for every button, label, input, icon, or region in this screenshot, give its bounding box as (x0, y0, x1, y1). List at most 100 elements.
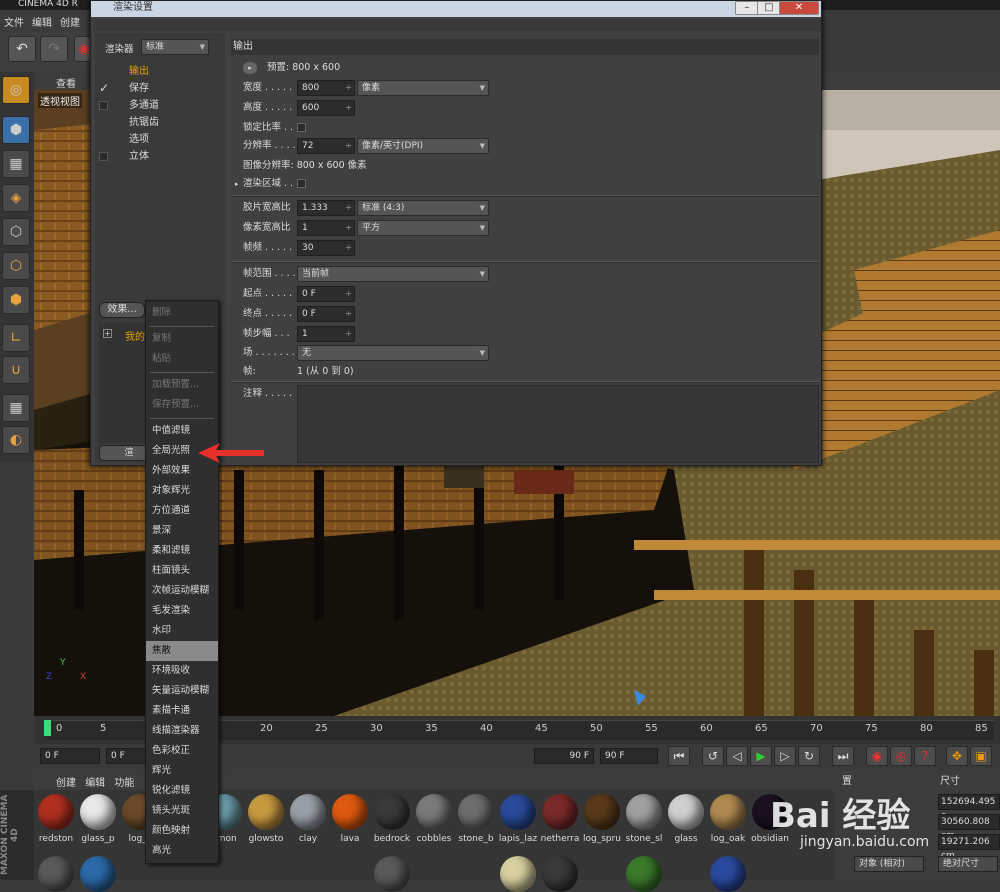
menu-item[interactable]: 线描渲染器 (146, 721, 218, 741)
menu-item[interactable]: 景深 (146, 521, 218, 541)
goto-start-icon[interactable]: ⏮ (668, 746, 690, 766)
effects-button[interactable]: 效果... (99, 302, 145, 318)
material-swatch[interactable]: bedrock (372, 792, 412, 844)
step-forward-icon[interactable]: ▷ (774, 746, 796, 766)
menu-item[interactable]: 外部效果 (146, 461, 218, 481)
menu-item[interactable]: 素描卡通 (146, 701, 218, 721)
minimize-icon[interactable]: – (735, 1, 759, 15)
material-swatch[interactable]: clay (288, 792, 328, 844)
timeline-playhead[interactable] (44, 720, 51, 736)
view-menu[interactable]: 查看 (56, 75, 76, 90)
material-swatch[interactable]: glass_p (78, 792, 118, 844)
nav-output[interactable]: 输出 (95, 63, 223, 80)
material-swatch[interactable]: log_oak (708, 792, 748, 844)
menu-item[interactable]: 色彩校正 (146, 741, 218, 761)
next-key-icon[interactable]: ↻ (798, 746, 820, 766)
menu-item[interactable]: 颜色映射 (146, 821, 218, 841)
nav-antialiasing[interactable]: 抗锯齿 (95, 114, 223, 131)
frame-range-dropdown[interactable]: 当前帧 (297, 266, 489, 282)
resolution-unit-dropdown[interactable]: 像素/英寸(DPI) (357, 138, 489, 154)
start-input[interactable]: 0 F (297, 286, 355, 302)
menu-item[interactable]: 锐化滤镜 (146, 781, 218, 801)
material-swatch[interactable]: netherra (540, 792, 580, 844)
snap-lock-icon[interactable]: ▦ (2, 394, 30, 422)
nav-multipass[interactable]: 多通道 (95, 97, 223, 114)
points-mode-icon[interactable]: ⬡ (2, 218, 30, 246)
nav-stereo[interactable]: 立体 (95, 148, 223, 165)
nav-save[interactable]: ✓ 保存 (95, 80, 223, 97)
expand-icon[interactable]: + (103, 329, 112, 338)
menu-item[interactable]: 高光 (146, 841, 218, 861)
resolution-input[interactable]: 72 (297, 138, 355, 154)
renderer-dropdown[interactable]: 标准 (141, 39, 209, 55)
end-input[interactable]: 0 F (297, 306, 355, 322)
film-aspect-input[interactable]: 1.333 (297, 200, 355, 216)
material-swatch[interactable]: lapis_laz (498, 792, 538, 844)
material-swatch[interactable]: stone_sl (624, 792, 664, 844)
lock-ratio-checkbox[interactable] (297, 123, 306, 132)
field-dropdown[interactable]: 无 (297, 345, 489, 361)
step-back-icon[interactable]: ◁ (726, 746, 748, 766)
post-effect-item[interactable]: 我的 (125, 328, 145, 343)
material-swatch[interactable]: log_spru (582, 792, 622, 844)
multipass-checkbox[interactable] (99, 101, 108, 110)
menu-item[interactable]: 柱面镜头 (146, 561, 218, 581)
mat-menu-edit[interactable]: 编辑 (85, 774, 105, 789)
menu-item[interactable]: 柔和滤镜 (146, 541, 218, 561)
axis-icon[interactable]: ∟ (2, 324, 30, 352)
menu-item[interactable]: 焦散 (146, 641, 218, 661)
menu-item[interactable]: 毛发渲染 (146, 601, 218, 621)
menu-item[interactable]: 中值滤镜 (146, 421, 218, 441)
object-mode-icon[interactable]: ⬢ (2, 116, 30, 144)
menu-create[interactable]: 创建 (56, 10, 84, 33)
menu-item[interactable]: 矢量运动模糊 (146, 681, 218, 701)
render-region-checkbox[interactable] (297, 179, 306, 188)
nav-options[interactable]: 选项 (95, 131, 223, 148)
fps-input[interactable]: 30 (297, 240, 355, 256)
menu-item[interactable]: 环境吸收 (146, 661, 218, 681)
maximize-icon[interactable]: □ (757, 1, 781, 15)
preset-arrow-icon[interactable]: ▸ (243, 62, 257, 74)
scale-key-icon[interactable]: ▣ (970, 746, 992, 766)
menu-item[interactable]: 方位通道 (146, 501, 218, 521)
check-icon[interactable]: ✓ (99, 80, 109, 97)
record-key-icon[interactable]: ◉ (866, 746, 888, 766)
end-frame-field[interactable]: 90 F (600, 748, 658, 764)
menu-item[interactable]: 对象辉光 (146, 481, 218, 501)
texture-mode-icon[interactable]: ▦ (2, 150, 30, 178)
collapse-arrow-icon[interactable]: ▸ (235, 175, 239, 193)
menu-item[interactable]: 水印 (146, 621, 218, 641)
menu-edit[interactable]: 编辑 (28, 10, 56, 33)
help-icon[interactable]: ? (914, 746, 936, 766)
stereo-checkbox[interactable] (99, 152, 108, 161)
pixel-aspect-input[interactable]: 1 (297, 220, 355, 236)
autokey-icon[interactable]: ◎ (890, 746, 912, 766)
redo-icon[interactable]: ↷ (40, 36, 68, 62)
film-aspect-dropdown[interactable]: 标准 (4:3) (357, 200, 489, 216)
material-swatch[interactable]: glowsto (246, 792, 286, 844)
menu-item[interactable]: 次帧运动模糊 (146, 581, 218, 601)
pixel-aspect-dropdown[interactable]: 平方 (357, 220, 489, 236)
polygons-mode-icon[interactable]: ⬢ (2, 286, 30, 314)
close-icon[interactable]: ✕ (779, 1, 819, 15)
current-frame-field[interactable]: 0 F (40, 748, 100, 764)
prev-key-icon[interactable]: ↺ (702, 746, 724, 766)
notes-textarea[interactable] (297, 385, 819, 463)
mat-menu-function[interactable]: 功能 (114, 774, 134, 789)
end-range-field[interactable]: 90 F (534, 748, 594, 764)
material-swatch[interactable]: cobbles (414, 792, 454, 844)
model-mode-icon[interactable]: ◎ (2, 76, 30, 104)
goto-end-icon[interactable]: ⏭ (832, 746, 854, 766)
width-unit-dropdown[interactable]: 像素 (357, 80, 489, 96)
material-swatch[interactable]: stone_b (456, 792, 496, 844)
menu-file[interactable]: 文件 (0, 10, 28, 33)
undo-icon[interactable]: ↶ (8, 36, 36, 62)
move-key-icon[interactable]: ✥ (946, 746, 968, 766)
width-input[interactable]: 800 (297, 80, 355, 96)
material-swatch[interactable]: glass (666, 792, 706, 844)
workplane-icon[interactable]: ◈ (2, 184, 30, 212)
magnet-icon[interactable]: ∪ (2, 356, 30, 384)
menu-item[interactable]: 镜头光斑 (146, 801, 218, 821)
grid-snap-icon[interactable]: ◐ (2, 426, 30, 454)
mat-menu-create[interactable]: 创建 (56, 774, 76, 789)
